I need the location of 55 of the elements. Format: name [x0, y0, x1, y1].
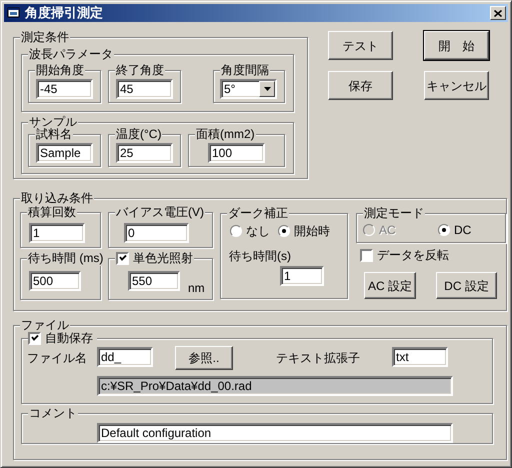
unit-label: nm	[188, 280, 205, 296]
dropdown-button[interactable]	[259, 81, 275, 97]
input-field[interactable]: 25	[116, 143, 173, 163]
group-label: 角度間隔	[220, 62, 270, 78]
button[interactable]: 開 始	[424, 31, 489, 60]
input-field[interactable]: 1	[280, 266, 324, 286]
radio-option[interactable]: DC	[438, 222, 472, 238]
input-field[interactable]: 1	[29, 223, 85, 243]
input-field[interactable]: -45	[36, 79, 93, 99]
input-field[interactable]: 550	[128, 271, 180, 291]
input-field[interactable]: txt	[392, 347, 448, 367]
group-label: 測定条件	[20, 29, 70, 45]
field-label: テキスト拡張子	[276, 350, 360, 366]
group-label: 待ち時間 (ms)	[27, 250, 104, 266]
input-field[interactable]: 45	[116, 79, 173, 99]
radio-option[interactable]: 開始時	[278, 223, 330, 239]
group-label: 開始角度	[35, 62, 85, 78]
radio-option[interactable]: なし	[230, 223, 270, 239]
dropdown[interactable]: 5°	[220, 79, 277, 99]
window-icon	[7, 6, 21, 20]
check-icon	[118, 254, 126, 262]
button[interactable]: DC 設定	[436, 272, 497, 299]
input-field[interactable]: 500	[29, 271, 81, 291]
group-label: 試料名	[35, 126, 73, 142]
input-field[interactable]: 0	[124, 223, 189, 243]
close-icon	[494, 10, 502, 16]
button[interactable]: 保存	[328, 71, 393, 100]
button[interactable]: テスト	[328, 31, 393, 60]
input-field[interactable]: Default configuration	[97, 423, 453, 443]
caret-icon	[264, 87, 270, 91]
group-label: 温度(°C)	[115, 126, 162, 142]
group-label: コメント	[28, 405, 78, 421]
check-icon	[30, 334, 38, 342]
group-label: 面積(mm2)	[195, 126, 256, 142]
input-field[interactable]: 100	[208, 143, 265, 163]
checkbox[interactable]: 単色光照射	[115, 250, 194, 266]
window-title: 角度掃引測定	[25, 5, 103, 21]
group-label: 測定モード	[363, 205, 425, 221]
button[interactable]: キャンセル	[424, 71, 489, 100]
input-field[interactable]: Sample	[36, 143, 93, 163]
group-label: 積算回数	[27, 204, 77, 220]
group-label: 取り込み条件	[20, 190, 94, 206]
checkbox[interactable]: 自動保存	[28, 330, 97, 346]
group-label: バイアス電圧(V)	[115, 204, 205, 220]
group-label: 終了角度	[115, 62, 165, 78]
button[interactable]: 参照..	[175, 346, 233, 370]
group-label: ダーク補正	[227, 205, 289, 221]
close-button[interactable]	[490, 6, 506, 20]
field-label: 待ち時間(s)	[229, 248, 291, 264]
button[interactable]: AC 設定	[364, 272, 416, 299]
group-label: 波長パラメータ	[28, 46, 114, 62]
field-label: ファイル名	[27, 350, 87, 366]
input-field[interactable]: dd_	[97, 347, 153, 367]
checkbox[interactable]: データを反転	[360, 247, 449, 263]
path-field[interactable]: c:¥SR_Pro¥Data¥dd_00.rad	[97, 376, 453, 396]
